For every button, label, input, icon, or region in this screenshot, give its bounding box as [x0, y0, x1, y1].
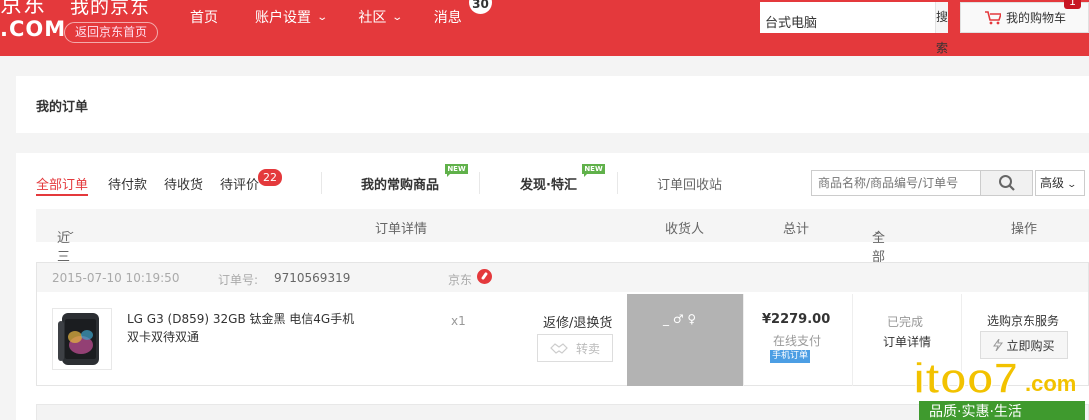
mobile-order-label: 手机订单: [772, 351, 809, 361]
tab-discover-deals[interactable]: 发现·特汇: [520, 174, 577, 193]
tab-divider: [321, 172, 322, 194]
order-number-label: 订单号:: [218, 273, 259, 287]
search-icon: [998, 175, 1015, 191]
nav-home[interactable]: 首页: [190, 7, 218, 27]
receiver-name: _ ♂ ♀: [663, 312, 697, 326]
column-divider: [743, 294, 744, 386]
chat-icon[interactable]: [477, 269, 492, 284]
product-quantity: x1: [451, 314, 466, 328]
shopping-cart-icon: [985, 10, 1001, 24]
itoo7-watermark: itoo7 .com 品质·实惠·生活: [912, 353, 1085, 420]
nav-account-label: 账户设置: [255, 10, 311, 26]
handshake-icon: [550, 343, 568, 354]
logo-text-bottom: .COM: [0, 17, 67, 41]
column-actions: 操作: [1011, 222, 1038, 237]
advanced-label: 高级: [1040, 176, 1065, 190]
tab-all-orders[interactable]: 全部订单: [36, 174, 89, 196]
order-search: [811, 170, 981, 196]
cart-count-badge: 1: [1064, 0, 1081, 9]
order-datetime: 2015-07-10 10:19:50: [52, 271, 180, 285]
column-total: 总计: [783, 222, 810, 237]
watermark-brand: itoo7: [913, 354, 1018, 403]
review-count-badge: 22: [258, 169, 282, 186]
column-receiver: 收货人: [665, 222, 705, 237]
jd-service-link[interactable]: 选购京东服务: [987, 312, 1059, 329]
column-details: 订单详情: [375, 222, 428, 237]
resell-label: 转卖: [575, 341, 600, 356]
order-search-input[interactable]: [812, 171, 980, 195]
nav-messages[interactable]: 消息: [434, 7, 462, 27]
global-search-input[interactable]: [760, 2, 935, 33]
logo-text-top: 京东: [0, 0, 47, 18]
product-image[interactable]: [52, 308, 112, 370]
tab-pending-receipt[interactable]: 待收货: [164, 174, 203, 193]
new-tag: NEW: [582, 164, 605, 177]
main-nav: 首页 账户设置 ⌄ 社区 ⌄ 消息: [190, 7, 462, 27]
watermark-slogan: 品质·实惠·生活: [929, 404, 1022, 420]
cart-label: 我的购物车: [1006, 11, 1067, 25]
page-title-panel: 我的订单: [16, 76, 1089, 133]
orders-table-header: 近三个月订单⌄ 订单详情 收货人 总计 全部状态⌄ 操作: [36, 209, 1089, 341]
after-sale-link[interactable]: 返修/退换货: [543, 312, 612, 331]
tab-frequent-products[interactable]: 我的常购商品: [361, 174, 439, 193]
order-search-button[interactable]: [981, 170, 1033, 196]
order-header: 2015-07-10 10:19:50 订单号: 9710569319 京东: [37, 263, 1088, 292]
phone-image: [58, 313, 99, 365]
message-count-badge: 30: [469, 0, 492, 14]
jd-logo[interactable]: 京东 .COM: [0, 0, 66, 40]
site-title: 我的京东: [70, 0, 151, 18]
tab-pending-payment[interactable]: 待付款: [108, 174, 147, 193]
top-header: 京东 .COM 我的京东 返回京东首页 首页 账户设置 ⌄ 社区 ⌄ 消息 30…: [0, 0, 1089, 56]
tab-divider: [479, 172, 480, 194]
chevron-down-icon: ⌄: [65, 227, 77, 237]
tab-divider: [617, 172, 618, 194]
receiver-info[interactable]: _ ♂ ♀: [627, 294, 743, 386]
tab-recycle-bin[interactable]: 订单回收站: [657, 174, 722, 193]
chevron-down-icon: ⌄: [316, 11, 329, 23]
product-title[interactable]: LG G3 (D859) 32GB 钛金黑 电信4G手机 双卡双待双通: [127, 310, 367, 346]
nav-account-settings[interactable]: 账户设置 ⌄: [255, 7, 329, 27]
nav-messages-label: 消息: [433, 10, 462, 26]
mobile-order-tag: 手机订单: [770, 350, 811, 363]
new-tag: NEW: [445, 164, 468, 177]
column-divider: [852, 294, 853, 386]
chevron-down-icon: ⌄: [872, 227, 884, 237]
resell-button[interactable]: 转卖: [537, 334, 613, 362]
advanced-search-button[interactable]: 高级 ⌄: [1035, 170, 1085, 196]
nav-home-label: 首页: [190, 10, 218, 26]
tab-pending-review[interactable]: 待评价: [220, 174, 259, 193]
order-total: ¥2279.00: [762, 312, 831, 327]
global-search-button[interactable]: 搜索: [935, 2, 949, 55]
nav-community[interactable]: 社区 ⌄: [358, 7, 404, 27]
payment-mode: 在线支付: [773, 334, 822, 348]
page-title: 我的订单: [36, 100, 89, 115]
back-home-button[interactable]: 返回京东首页: [64, 22, 158, 43]
watermark-suffix: .com: [1025, 371, 1076, 396]
order-number[interactable]: 9710569319: [274, 271, 350, 285]
chevron-down-icon: ⌄: [391, 11, 404, 23]
order-status: 已完成: [887, 315, 924, 329]
shop-name[interactable]: 京东: [448, 271, 472, 288]
nav-community-label: 社区: [358, 10, 387, 26]
chevron-down-icon: ⌄: [1066, 180, 1078, 190]
global-search: 搜索: [760, 2, 949, 55]
